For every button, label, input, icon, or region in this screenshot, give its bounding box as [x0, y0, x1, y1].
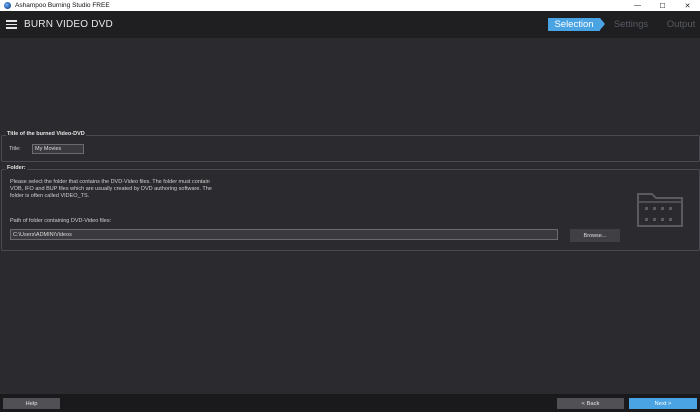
minimize-button[interactable]: —: [625, 0, 650, 11]
title-label: Title:: [9, 146, 21, 152]
folder-description-line: VOB, IFO and BUP files which are usually…: [10, 186, 212, 192]
app-icon: [4, 2, 11, 9]
help-button[interactable]: Help: [3, 398, 60, 409]
path-label: Path of folder containing DVD-Video file…: [10, 218, 112, 224]
step-selection: Selection: [548, 18, 605, 31]
window-controls: — ☐ ✕: [625, 0, 700, 11]
window-title: Ashampoo Burning Studio FREE: [15, 2, 110, 9]
path-input[interactable]: C:\Users\ADMIN\Videos: [10, 229, 558, 240]
folder-description-line: folder is often called VIDEO_TS.: [10, 193, 90, 199]
folder-description: Please select the folder that contains t…: [10, 179, 260, 200]
window-titlebar: Ashampoo Burning Studio FREE — ☐ ✕: [0, 0, 700, 11]
footer-bar: Help < Back Next >: [0, 394, 700, 412]
next-button[interactable]: Next >: [629, 398, 697, 409]
title-group-legend: Title of the burned Video-DVD: [6, 131, 86, 137]
folder-group: Folder: Please select the folder that co…: [1, 165, 700, 251]
maximize-button[interactable]: ☐: [650, 0, 675, 11]
step-settings: Settings: [613, 19, 649, 30]
folder-group-legend: Folder:: [6, 165, 27, 171]
app-header: BURN VIDEO DVD Selection Settings Output: [0, 11, 700, 38]
video-folder-icon: [637, 193, 683, 227]
close-button[interactable]: ✕: [675, 0, 700, 11]
title-group: Title of the burned Video-DVD Title: My …: [1, 131, 700, 162]
step-output: Output: [666, 19, 696, 30]
back-button[interactable]: < Back: [557, 398, 624, 409]
wizard-steps: Selection Settings Output: [548, 18, 700, 31]
menu-icon[interactable]: [6, 20, 17, 29]
title-input[interactable]: My Movies: [32, 144, 84, 154]
folder-description-line: Please select the folder that contains t…: [10, 179, 210, 185]
browse-button[interactable]: Browse...: [570, 229, 620, 242]
page-title: BURN VIDEO DVD: [24, 19, 113, 30]
